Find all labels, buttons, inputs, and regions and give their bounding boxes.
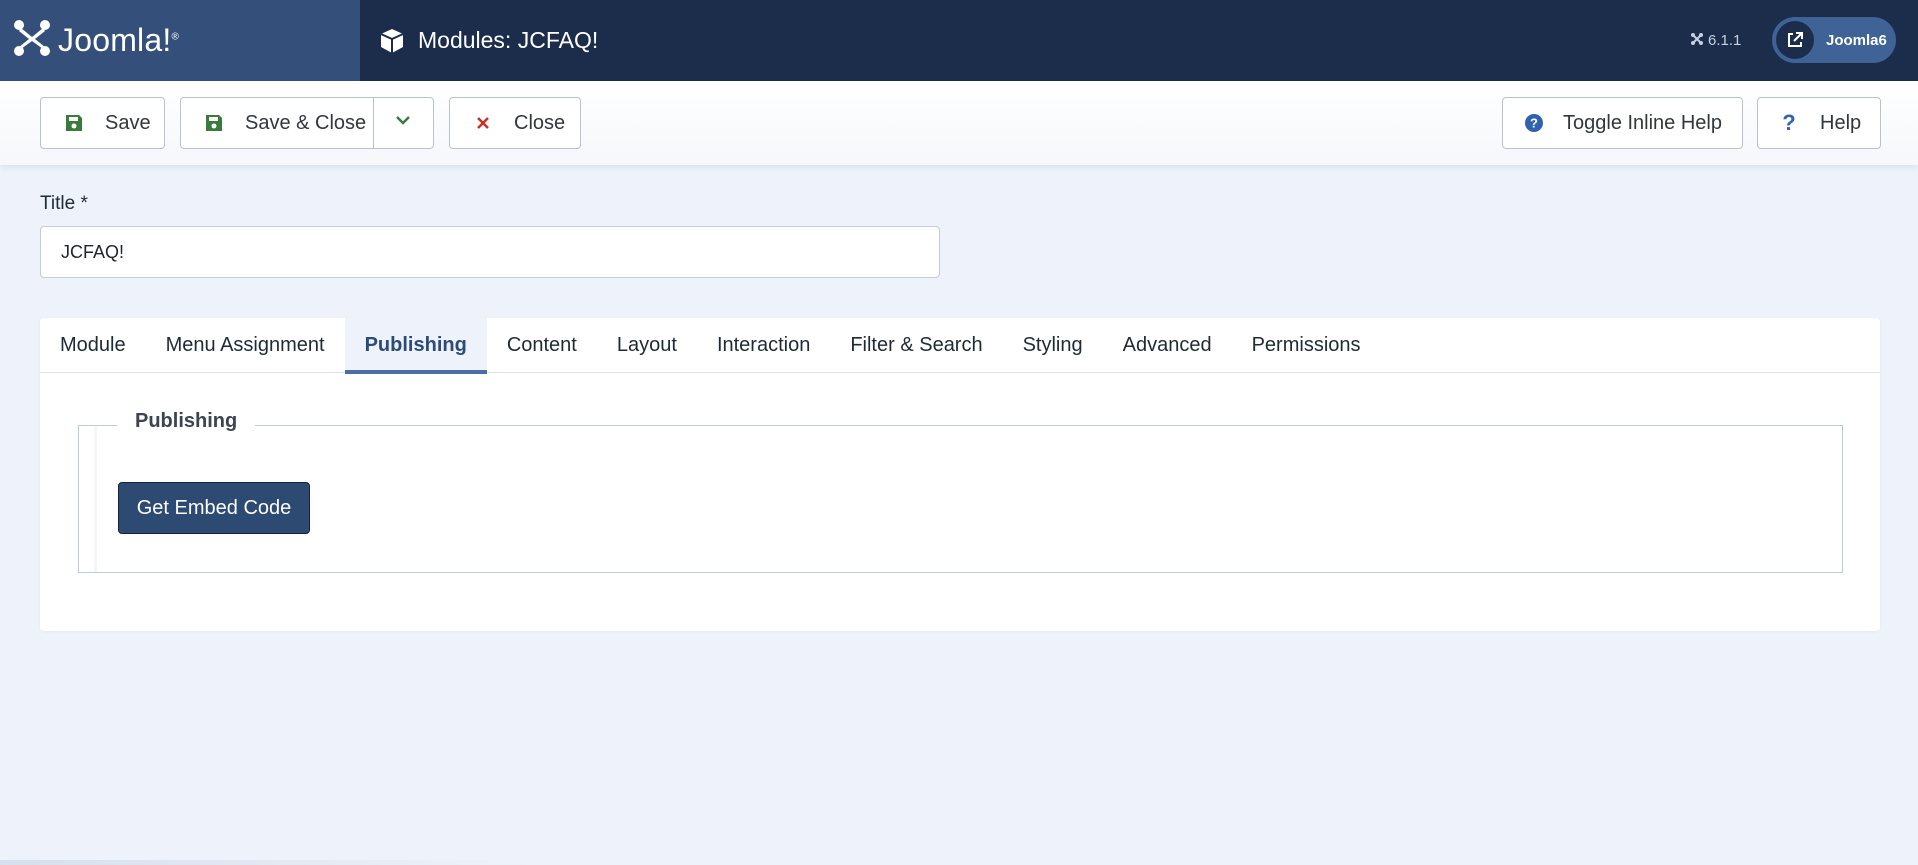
title-input[interactable]	[40, 226, 940, 278]
close-label: Close	[514, 111, 566, 134]
save-close-button[interactable]: Save & Close	[245, 112, 366, 135]
tab-filter-and-search[interactable]: Filter & Search	[830, 318, 1002, 373]
toolbar: Save Save & Close Close ? Toggle Inline …	[0, 81, 1918, 165]
title-label: Title *	[40, 193, 88, 214]
chevron-down-icon	[393, 110, 413, 136]
registered-mark: ®	[171, 31, 180, 43]
cube-icon	[378, 27, 406, 55]
top-header: Joomla!® Modules: JCFAQ! 6.1.1 Joomla6	[0, 0, 1918, 81]
bottom-shadow	[0, 860, 540, 865]
joomla-logo-icon	[12, 18, 52, 63]
svg-text:?: ?	[1530, 116, 1538, 131]
version-info: 6.1.1	[1690, 0, 1741, 81]
close-button[interactable]: Close	[449, 97, 581, 149]
tab-menu-assignment[interactable]: Menu Assignment	[146, 318, 345, 373]
tab-publishing[interactable]: Publishing	[344, 318, 488, 374]
user-menu-button[interactable]: Joomla6	[1772, 17, 1896, 63]
tab-advanced[interactable]: Advanced	[1103, 318, 1232, 373]
floppy-disk-icon	[63, 112, 85, 134]
user-name: Joomla6	[1826, 31, 1887, 49]
logo-text: Joomla!®	[58, 22, 180, 58]
publishing-legend: Publishing	[117, 410, 256, 433]
publishing-fieldset: Publishing Get Embed Code	[78, 410, 1843, 573]
save-button[interactable]: Save	[40, 97, 165, 149]
version-text: 6.1.1	[1708, 32, 1742, 49]
toggle-help-label: Toggle Inline Help	[1563, 111, 1722, 134]
close-x-icon	[472, 112, 494, 134]
question-circle-icon: ?	[1523, 112, 1545, 134]
tab-content[interactable]: Content	[487, 318, 597, 373]
save-label: Save	[105, 111, 151, 134]
page-title-text: Modules: JCFAQ!	[418, 27, 599, 53]
get-embed-code-button[interactable]: Get Embed Code	[118, 482, 310, 534]
fieldset-accent	[94, 426, 97, 572]
tab-permissions[interactable]: Permissions	[1232, 318, 1381, 373]
help-button[interactable]: ? Help	[1757, 97, 1881, 149]
module-edit-panel: Module Menu Assignment Publishing Content La…	[40, 318, 1880, 631]
tab-module[interactable]: Module	[40, 318, 146, 373]
floppy-disk-icon	[203, 112, 225, 134]
svg-text:?: ?	[1782, 113, 1795, 133]
external-link-icon	[1776, 21, 1814, 59]
toggle-inline-help-button[interactable]: ? Toggle Inline Help	[1502, 97, 1743, 149]
joomla-small-icon	[1690, 32, 1708, 50]
tab-styling[interactable]: Styling	[1003, 318, 1103, 373]
save-options-dropdown[interactable]	[373, 98, 433, 148]
tab-interaction[interactable]: Interaction	[697, 318, 830, 373]
question-icon: ?	[1778, 112, 1800, 134]
tab-bar: Module Menu Assignment Publishing Content La…	[40, 318, 1880, 374]
tab-layout[interactable]: Layout	[597, 318, 697, 373]
save-close-button-group: Save & Close	[180, 97, 434, 149]
logo-area[interactable]: Joomla!®	[0, 0, 360, 81]
page-title: Modules: JCFAQ!	[378, 0, 598, 81]
help-label: Help	[1820, 111, 1862, 134]
